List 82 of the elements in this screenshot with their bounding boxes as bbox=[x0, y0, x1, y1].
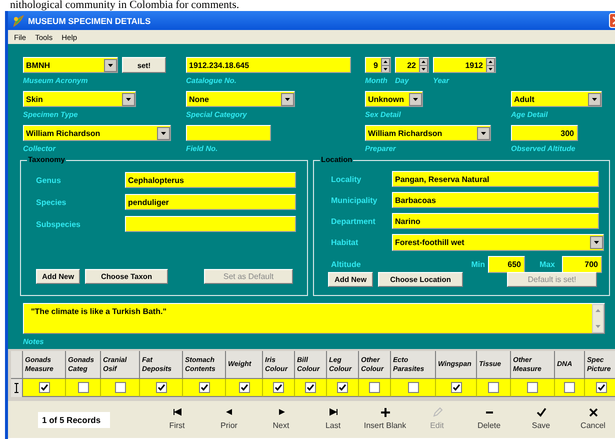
dropdown[interactable]: Unknown bbox=[365, 91, 423, 107]
input-field[interactable]: 1912.234.18.645 bbox=[186, 57, 351, 73]
caret-icon[interactable] bbox=[157, 126, 170, 140]
spinner-arrows-icon[interactable] bbox=[419, 58, 428, 72]
caret-icon[interactable] bbox=[409, 92, 422, 106]
dropdown[interactable]: Forest-foothill wet bbox=[392, 234, 604, 251]
field-label: Subspecies bbox=[36, 220, 82, 228]
checkbox[interactable] bbox=[337, 382, 348, 393]
caret-icon[interactable] bbox=[122, 92, 135, 106]
header-corner bbox=[11, 351, 23, 379]
input-field[interactable]: Narino bbox=[392, 213, 599, 229]
plus-icon bbox=[378, 406, 392, 418]
field-label: Altitude bbox=[331, 260, 362, 269]
scrollbar-icon[interactable] bbox=[592, 304, 604, 333]
field-label: Department bbox=[331, 216, 376, 226]
nav-button[interactable]: Delete bbox=[463, 402, 515, 436]
checkbox[interactable] bbox=[564, 382, 575, 393]
dropdown[interactable]: William Richardson bbox=[23, 125, 171, 141]
spin-field[interactable]: 22 bbox=[395, 57, 429, 73]
caret-icon[interactable] bbox=[281, 92, 294, 106]
checkbox[interactable] bbox=[596, 382, 606, 393]
close-icon bbox=[586, 406, 600, 418]
last-icon bbox=[326, 406, 340, 418]
checkbox[interactable] bbox=[38, 382, 50, 393]
window-title: MUSEUM SPECIMEN DETAILS bbox=[28, 16, 151, 26]
nav-button[interactable]: Next bbox=[255, 402, 307, 436]
checkbox[interactable] bbox=[488, 382, 499, 393]
nav-button[interactable]: Prior bbox=[203, 402, 255, 436]
checkbox[interactable] bbox=[78, 382, 88, 393]
checkbox[interactable] bbox=[369, 382, 380, 393]
input-field[interactable]: penduliger bbox=[125, 194, 296, 210]
nav-button[interactable]: Last bbox=[307, 402, 359, 436]
input-field[interactable]: 300 bbox=[511, 125, 578, 141]
document-text: nithological community in Colombia for comments. bbox=[9, 0, 240, 11]
field-label: Habitat bbox=[331, 238, 360, 247]
checkbox[interactable] bbox=[114, 382, 126, 393]
spin-field[interactable]: 9 bbox=[365, 57, 391, 73]
field-label: Species bbox=[36, 198, 68, 206]
caret-icon[interactable] bbox=[588, 92, 601, 106]
row-selector[interactable] bbox=[11, 379, 23, 397]
checkbox[interactable] bbox=[273, 382, 284, 393]
field-label: Municipality bbox=[331, 196, 378, 204]
caret-icon[interactable] bbox=[590, 236, 603, 249]
checkbox[interactable] bbox=[305, 382, 316, 393]
field-label: Max bbox=[538, 260, 555, 269]
spinner-arrows-icon[interactable] bbox=[486, 58, 495, 72]
caret-icon[interactable] bbox=[477, 126, 490, 140]
field-label: Min bbox=[470, 260, 485, 269]
input-field[interactable] bbox=[186, 125, 271, 141]
nav-button[interactable]: Save bbox=[515, 402, 567, 436]
field-label: Genus bbox=[36, 176, 62, 184]
pencil-icon bbox=[430, 406, 444, 418]
spin-field[interactable]: 1912 bbox=[433, 57, 496, 73]
notes-field[interactable]: "The climate is like a Turkish Bath." bbox=[23, 303, 605, 334]
checkbox[interactable] bbox=[408, 382, 418, 393]
input-field[interactable]: Pangan, Reserva Natural bbox=[392, 171, 599, 187]
field-label: Locality bbox=[331, 174, 362, 184]
input-field[interactable] bbox=[125, 216, 296, 232]
input-field[interactable]: Barbacoas bbox=[392, 192, 599, 208]
first-icon bbox=[170, 406, 184, 418]
checkbox[interactable] bbox=[238, 382, 250, 393]
record-counter: 1 of 5 Records bbox=[38, 412, 110, 428]
nav-button[interactable]: Insert Blank bbox=[359, 402, 411, 436]
text-cursor-icon bbox=[14, 383, 19, 393]
dropdown[interactable]: None bbox=[186, 91, 295, 107]
leaf-icon bbox=[12, 14, 24, 26]
dropdown[interactable]: William Richardson bbox=[365, 125, 491, 141]
dropdown[interactable]: Adult bbox=[511, 91, 602, 107]
checkbox[interactable] bbox=[156, 382, 166, 393]
checkbox[interactable] bbox=[527, 382, 538, 393]
input-field[interactable]: 650 bbox=[488, 256, 525, 273]
dropdown[interactable]: BMNH bbox=[23, 57, 118, 73]
nav-button[interactable]: First bbox=[151, 402, 203, 436]
checkbox[interactable] bbox=[450, 382, 462, 393]
input-field[interactable]: Cephalopterus bbox=[125, 172, 296, 188]
dropdown[interactable]: Skin bbox=[23, 91, 136, 107]
checkmark-icon bbox=[534, 406, 548, 418]
input-field[interactable]: 700 bbox=[562, 256, 602, 273]
caret-icon[interactable] bbox=[104, 58, 117, 72]
nav-button[interactable]: Cancel bbox=[567, 402, 615, 436]
checkbox[interactable] bbox=[198, 382, 210, 393]
spinner-arrows-icon[interactable] bbox=[381, 58, 390, 72]
